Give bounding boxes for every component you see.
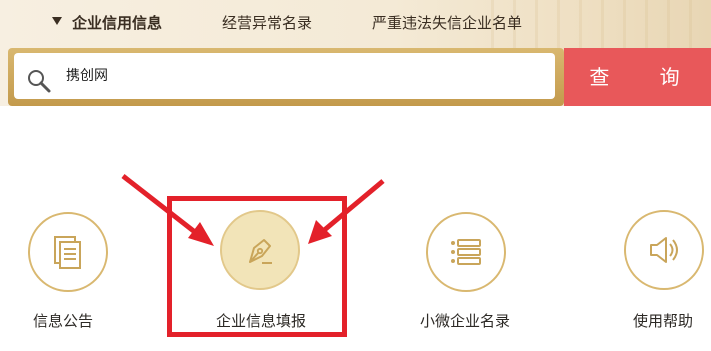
annotation-arrows (121, 174, 385, 246)
left-arrow-icon (121, 174, 214, 246)
right-arrow-icon (308, 179, 385, 244)
